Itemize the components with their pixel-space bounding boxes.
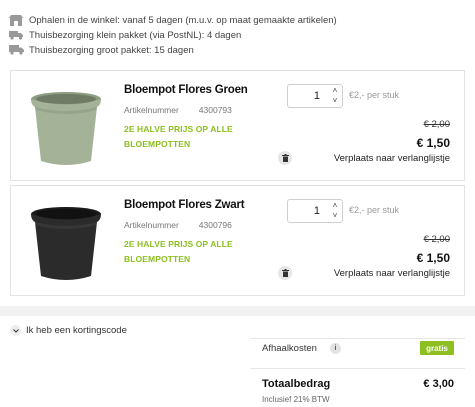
product-name[interactable]: Bloempot Flores Zwart (124, 199, 245, 211)
coupon-label[interactable]: Ik heb een kortingscode (26, 325, 127, 336)
promo-text: 2E HALVE PRIJS OP ALLE BLOEMPOTTEN (124, 124, 233, 149)
promo-text: 2E HALVE PRIJS OP ALLE BLOEMPOTTEN (124, 239, 233, 264)
quantity-value[interactable]: 1 (288, 200, 328, 222)
pickup-cost-badge: gratis (420, 341, 454, 355)
unit-price: €2,- per stuk (349, 90, 400, 100)
chevron-down-icon[interactable]: ˅ (333, 96, 338, 106)
old-price: € 2,00 (423, 234, 450, 245)
article-info: Artikelnummer 4300793 (124, 105, 232, 115)
truck-icon (8, 30, 24, 40)
delivery-small-row: Thuisbezorging klein pakket (via PostNL)… (8, 28, 468, 42)
summary-divider (250, 338, 465, 339)
summary-divider (250, 368, 465, 369)
article-label: Artikelnummer (124, 105, 179, 115)
total-label: Totaalbedrag (262, 378, 331, 390)
article-number: 4300796 (198, 220, 232, 230)
quantity-arrows[interactable]: ˄ ˅ (328, 200, 342, 222)
quantity-stepper[interactable]: 1 ˄ ˅ (287, 84, 343, 108)
delivery-store-row: Ophalen in de winkel: vanaf 5 dagen (m.u… (8, 13, 468, 27)
chevron-down-icon[interactable] (10, 325, 21, 336)
article-label: Artikelnummer (124, 220, 179, 230)
chevron-down-icon[interactable]: ˅ (333, 211, 338, 221)
delivery-small-text: Thuisbezorging klein pakket (via PostNL)… (29, 29, 242, 41)
truck-large-icon (8, 45, 24, 55)
old-price: € 2,00 (423, 119, 450, 130)
product-name[interactable]: Bloempot Flores Groen (124, 84, 248, 96)
new-price: € 1,50 (416, 251, 450, 265)
article-info: Artikelnummer 4300796 (124, 220, 232, 230)
section-divider (0, 306, 475, 316)
quantity-value[interactable]: 1 (288, 85, 328, 107)
info-icon[interactable]: i (330, 343, 341, 354)
move-to-wishlist-link[interactable]: Verplaats naar verlanglijstje (334, 268, 450, 279)
product-image-black-pot[interactable] (25, 200, 107, 282)
quantity-stepper[interactable]: 1 ˄ ˅ (287, 199, 343, 223)
pickup-cost-label: Afhaalkosten (262, 343, 317, 354)
delivery-large-row: Thuisbezorging groot pakket: 15 dagen (8, 43, 468, 57)
store-icon (8, 14, 24, 26)
move-to-wishlist-link[interactable]: Verplaats naar verlanglijstje (334, 153, 450, 164)
product-image-green-pot[interactable] (25, 85, 107, 167)
delivery-store-text: Ophalen in de winkel: vanaf 5 dagen (m.u… (29, 14, 337, 26)
chevron-up-icon[interactable]: ˄ (333, 86, 338, 96)
vat-note: Inclusief 21% BTW (262, 395, 330, 404)
new-price: € 1,50 (416, 136, 450, 150)
total-value: € 3,00 (423, 378, 454, 390)
chevron-up-icon[interactable]: ˄ (333, 201, 338, 211)
delivery-large-text: Thuisbezorging groot pakket: 15 dagen (29, 44, 194, 56)
quantity-arrows[interactable]: ˄ ˅ (328, 85, 342, 107)
coupon-toggle[interactable]: Ik heb een kortingscode (10, 325, 127, 336)
cart-item: Bloempot Flores Groen Artikelnummer 43007… (10, 70, 465, 181)
trash-icon[interactable] (278, 151, 292, 165)
delivery-info: Ophalen in de winkel: vanaf 5 dagen (m.u… (8, 13, 468, 58)
unit-price: €2,- per stuk (349, 205, 400, 215)
trash-icon[interactable] (278, 266, 292, 280)
cart-item: Bloempot Flores Zwart Artikelnummer 43007… (10, 185, 465, 296)
article-number: 4300793 (198, 105, 232, 115)
